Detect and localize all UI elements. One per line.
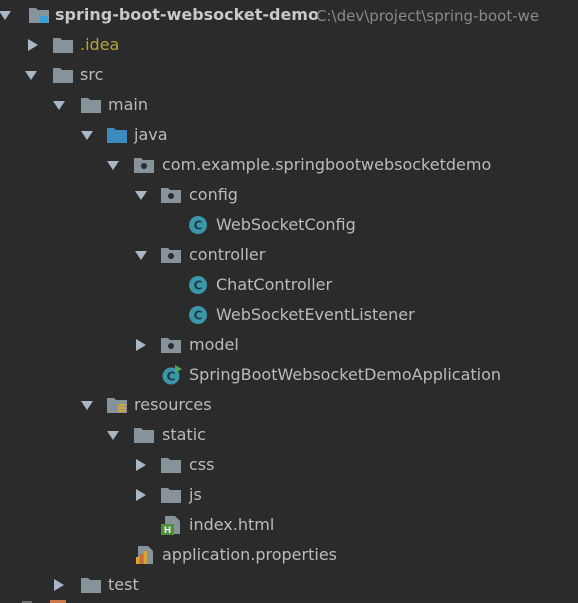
package-icon xyxy=(134,158,154,173)
tree-row-js[interactable]: js xyxy=(0,480,578,510)
triangle-right-icon[interactable] xyxy=(26,38,40,52)
tree-row-application-properties[interactable]: application.properties xyxy=(0,540,578,570)
class-label: SpringBootWebsocketDemoApplication xyxy=(189,365,502,384)
triangle-down-icon[interactable] xyxy=(24,68,38,82)
triangle-down-icon[interactable] xyxy=(106,428,120,442)
runnable-class-icon: C xyxy=(162,365,182,385)
class-icon: C xyxy=(189,306,207,324)
folder-label: static xyxy=(162,425,206,444)
tree-row-websocket-event-listener[interactable]: C WebSocketEventListener xyxy=(0,300,578,330)
folder-icon xyxy=(81,98,101,113)
folder-icon xyxy=(53,68,73,83)
folder-label: css xyxy=(189,455,215,474)
folder-label: resources xyxy=(134,395,212,414)
tree-row-config[interactable]: config xyxy=(0,180,578,210)
tree-row-websocket-config[interactable]: C WebSocketConfig xyxy=(0,210,578,240)
properties-file-icon xyxy=(136,546,153,564)
folder-icon xyxy=(81,578,101,593)
module-folder-icon xyxy=(29,8,49,23)
svg-text:H: H xyxy=(164,526,172,535)
folder-label: java xyxy=(134,125,168,144)
triangle-down-icon[interactable] xyxy=(134,188,148,202)
triangle-down-icon[interactable] xyxy=(134,248,148,262)
triangle-right-icon[interactable] xyxy=(134,338,148,352)
svg-text:C: C xyxy=(194,219,203,233)
package-label: config xyxy=(189,185,238,204)
resources-folder-icon xyxy=(107,398,127,413)
triangle-right-icon[interactable] xyxy=(134,458,148,472)
folder-label: .idea xyxy=(80,35,120,54)
svg-text:C: C xyxy=(194,309,203,323)
triangle-right-icon[interactable] xyxy=(52,578,66,592)
tree-row-src[interactable]: src xyxy=(0,60,578,90)
tree-row-package[interactable]: com.example.springbootwebsocketdemo xyxy=(0,150,578,180)
tree-row-java[interactable]: java xyxy=(0,120,578,150)
tree-row-static[interactable]: static xyxy=(0,420,578,450)
tree-row-model[interactable]: model xyxy=(0,330,578,360)
package-label: com.example.springbootwebsocketdemo xyxy=(162,155,492,174)
package-label: model xyxy=(189,335,239,354)
tree-row-idea[interactable]: .idea xyxy=(0,30,578,60)
folder-label: main xyxy=(108,95,148,114)
html-file-icon: H xyxy=(161,516,180,535)
class-icon: C xyxy=(189,216,207,234)
triangle-down-icon[interactable] xyxy=(80,128,94,142)
tree-row-test[interactable]: test xyxy=(0,570,578,600)
triangle-down-icon[interactable] xyxy=(106,158,120,172)
tree-row-resources[interactable]: resources xyxy=(0,390,578,420)
tree-row-controller[interactable]: controller xyxy=(0,240,578,270)
package-icon xyxy=(161,248,181,263)
class-label: WebSocketConfig xyxy=(216,215,356,234)
folder-icon xyxy=(161,458,181,473)
class-label: ChatController xyxy=(216,275,333,294)
triangle-down-icon[interactable] xyxy=(80,398,94,412)
triangle-down-icon[interactable] xyxy=(0,8,12,22)
package-icon xyxy=(161,338,181,353)
folder-label: src xyxy=(80,65,104,84)
folder-icon xyxy=(53,38,73,53)
root-module-path: C:\dev\project\spring-boot-we xyxy=(316,7,540,25)
svg-text:C: C xyxy=(167,370,176,384)
class-icon: C xyxy=(189,276,207,294)
package-label: controller xyxy=(189,245,266,264)
tree-row-chat-controller[interactable]: C ChatController xyxy=(0,270,578,300)
root-module-name: spring-boot-websocket-demo xyxy=(55,5,319,24)
tree-row-css[interactable]: css xyxy=(0,450,578,480)
triangle-right-icon[interactable] xyxy=(134,488,148,502)
tree-row-main[interactable]: main xyxy=(0,90,578,120)
folder-label: js xyxy=(189,485,202,504)
tree-row-root[interactable]: spring-boot-websocket-demo C:\dev\projec… xyxy=(0,0,578,30)
package-icon xyxy=(161,188,181,203)
tree-row-index-html[interactable]: H index.html xyxy=(0,510,578,540)
folder-icon xyxy=(161,488,181,503)
source-folder-icon xyxy=(107,128,127,143)
tree-row-application-class[interactable]: C SpringBootWebsocketDemoApplication xyxy=(0,360,578,390)
folder-icon xyxy=(134,428,154,443)
file-label: index.html xyxy=(189,515,275,534)
class-label: WebSocketEventListener xyxy=(216,305,415,324)
file-label: application.properties xyxy=(162,545,337,564)
triangle-down-icon[interactable] xyxy=(52,98,66,112)
folder-label: test xyxy=(108,575,139,594)
project-tree: spring-boot-websocket-demo C:\dev\projec… xyxy=(0,0,578,603)
svg-text:C: C xyxy=(194,279,203,293)
